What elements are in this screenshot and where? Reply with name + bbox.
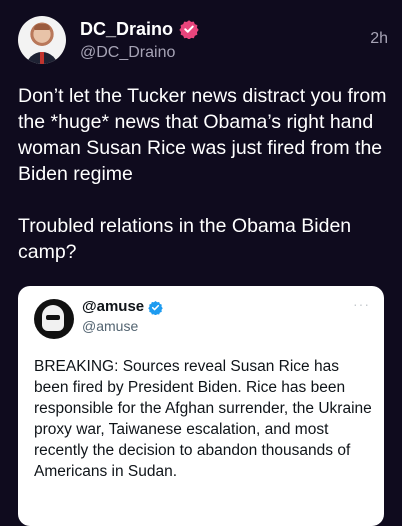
avatar-visor	[46, 315, 60, 320]
avatar-tie	[40, 52, 44, 64]
verified-badge-icon	[179, 20, 199, 39]
quoted-verified-badge-icon	[148, 300, 163, 315]
post: DC_Draino @DC_Draino 2h Don’t let the Tu…	[0, 0, 402, 526]
author-names: DC_Draino @DC_Draino	[80, 18, 199, 64]
post-header: DC_Draino @DC_Draino 2h	[18, 16, 388, 66]
avatar-hair	[34, 24, 50, 30]
avatar[interactable]	[18, 16, 66, 64]
author-display-name[interactable]: DC_Draino	[80, 18, 173, 40]
quoted-avatar[interactable]	[34, 299, 74, 339]
quoted-post-card[interactable]: @amuse @amuse ··· BREAKING: Sources reve…	[18, 286, 384, 526]
more-options-icon[interactable]: ···	[353, 296, 370, 312]
post-timestamp[interactable]: 2h	[370, 30, 388, 48]
author-handle[interactable]: @DC_Draino	[80, 42, 199, 64]
quoted-author-handle[interactable]: @amuse	[82, 317, 163, 335]
quoted-post-text: BREAKING: Sources reveal Susan Rice has …	[34, 358, 372, 480]
quoted-author-names: @amuse @amuse	[82, 298, 163, 335]
quoted-author-display-name[interactable]: @amuse	[82, 298, 144, 316]
quoted-display-name-row: @amuse	[82, 298, 163, 316]
display-name-row: DC_Draino	[80, 18, 199, 40]
post-text: Don’t let the Tucker news distract you f…	[18, 85, 387, 263]
